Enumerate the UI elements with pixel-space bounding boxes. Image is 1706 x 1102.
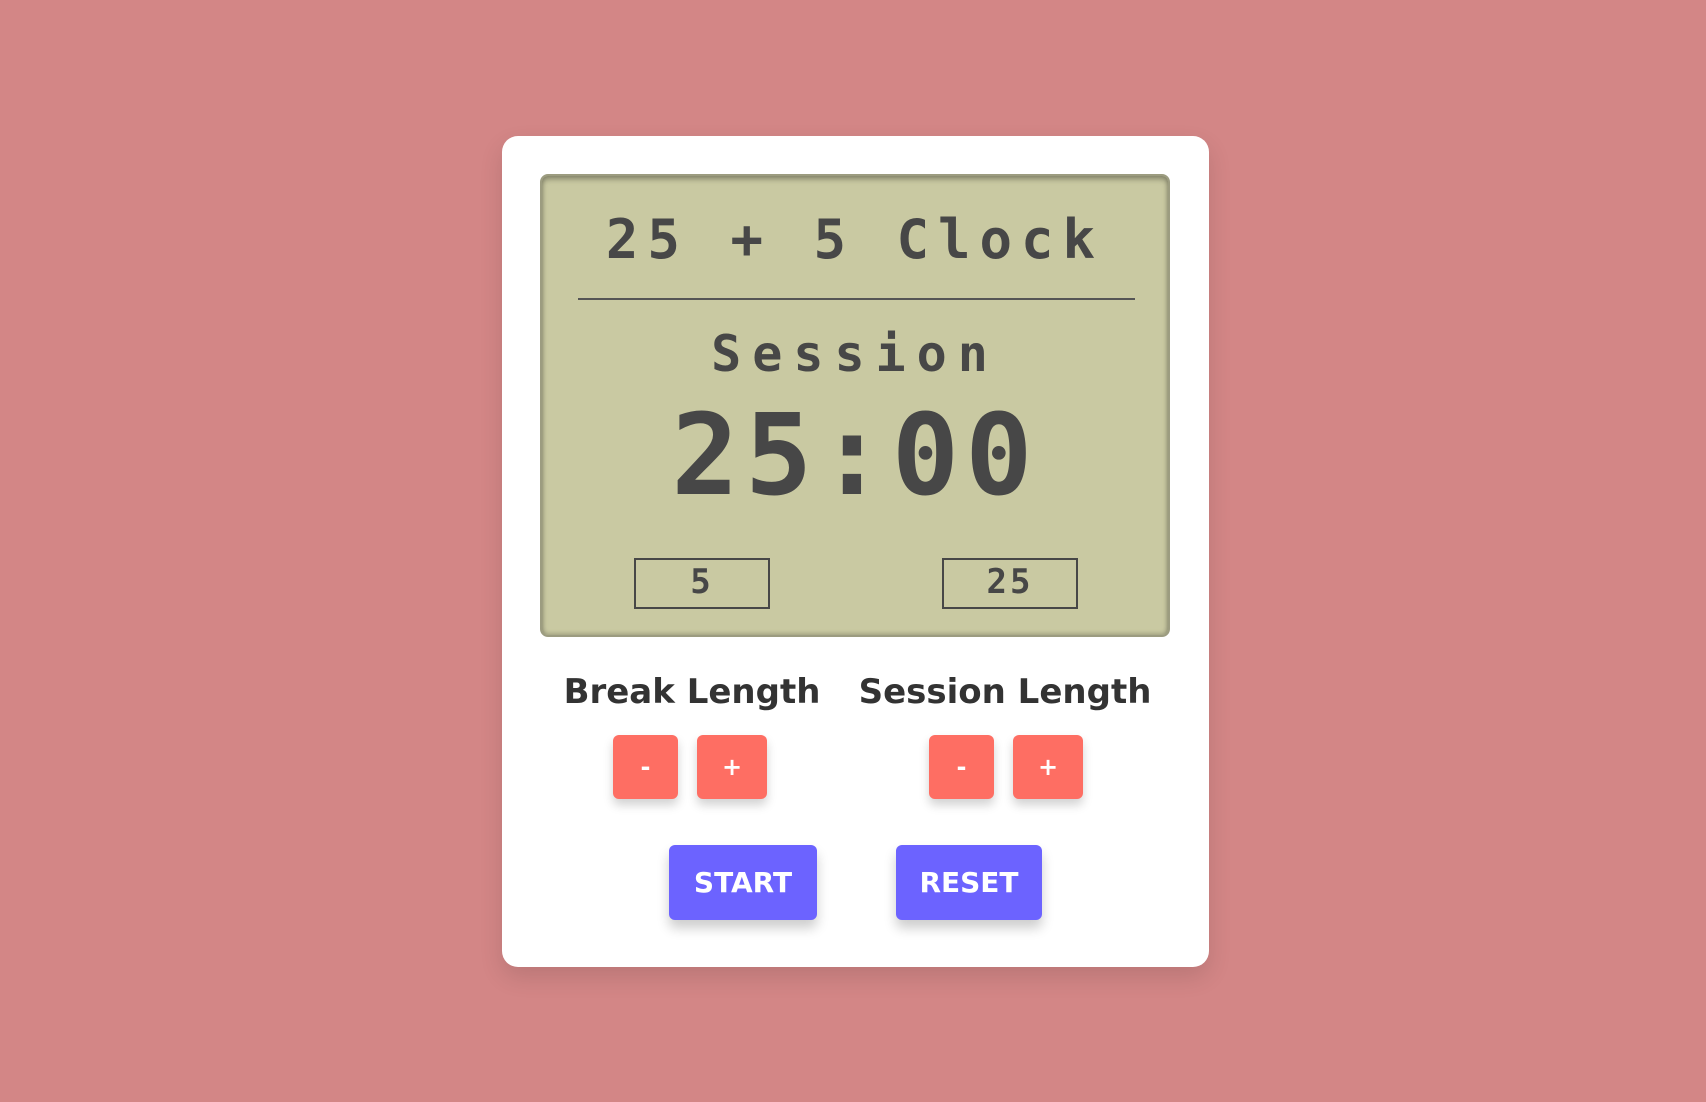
break-length-display: 5	[634, 558, 770, 609]
timer-label: Session	[711, 325, 999, 383]
session-decrement-button[interactable]: -	[929, 735, 994, 799]
start-button[interactable]: START	[669, 845, 817, 920]
break-length-label: Break Length	[563, 672, 821, 712]
lcd-display: 25 + 5 Clock Session 25:00 5 25	[540, 174, 1170, 637]
time-left: 25:00	[671, 391, 1039, 521]
title-divider	[578, 298, 1135, 300]
break-decrement-button[interactable]: -	[613, 735, 678, 799]
clock-title: 25 + 5 Clock	[605, 208, 1105, 271]
clock-card: 25 + 5 Clock Session 25:00 5 25 Break Le…	[502, 136, 1209, 967]
reset-button[interactable]: RESET	[896, 845, 1042, 920]
session-increment-button[interactable]: +	[1013, 735, 1083, 799]
session-length-display: 25	[942, 558, 1078, 609]
session-length-label: Session Length	[858, 672, 1152, 712]
break-increment-button[interactable]: +	[697, 735, 767, 799]
